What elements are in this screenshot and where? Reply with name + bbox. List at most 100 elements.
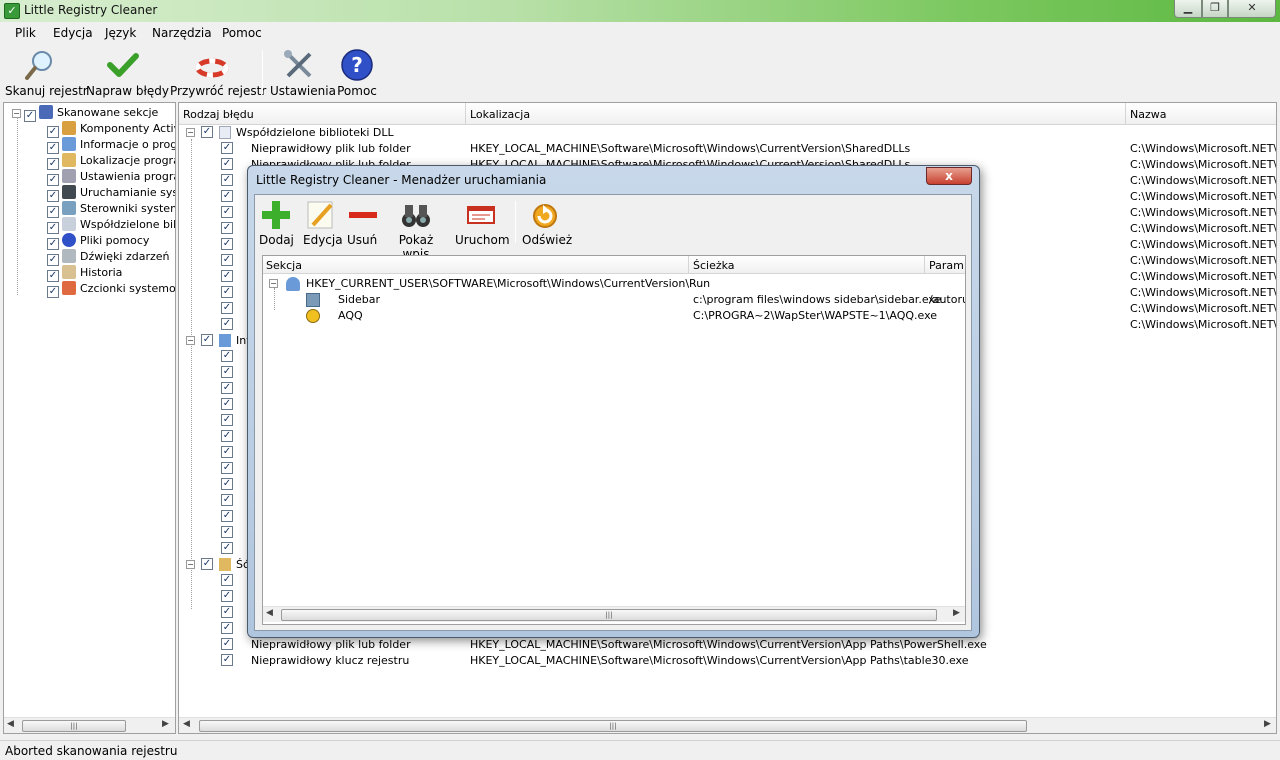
add-button[interactable]: Dodaj — [259, 199, 294, 247]
row-checkbox[interactable]: ✓ — [221, 622, 233, 634]
group-checkbox[interactable]: ✓ — [201, 558, 213, 570]
row-checkbox[interactable]: ✓ — [221, 350, 233, 362]
close-button[interactable]: ✕ — [1228, 0, 1276, 18]
column-divider[interactable] — [688, 256, 689, 274]
column-divider[interactable] — [465, 103, 466, 125]
row-checkbox[interactable]: ✓ — [221, 158, 233, 170]
tree-item[interactable]: ✓Sterowniki systemov — [47, 201, 175, 218]
registry-key-row[interactable]: − HKEY_CURRENT_USER\SOFTWARE\Microsoft\W… — [263, 276, 965, 292]
tree-item[interactable]: ✓ Współdzielone bibli — [47, 217, 175, 234]
row-checkbox[interactable]: ✓ — [221, 302, 233, 314]
scroll-right-icon[interactable]: ▶ — [162, 719, 169, 729]
maximize-button[interactable]: ❐ — [1202, 0, 1228, 18]
column-path[interactable]: Ścieżka — [693, 259, 735, 272]
row-checkbox[interactable]: ✓ — [221, 494, 233, 506]
row-checkbox[interactable]: ✓ — [221, 382, 233, 394]
menu-file[interactable]: Plik — [15, 26, 36, 40]
row-checkbox[interactable]: ✓ — [221, 142, 233, 154]
row-checkbox[interactable]: ✓ — [221, 174, 233, 186]
scroll-right-icon[interactable]: ▶ — [1264, 719, 1271, 729]
row-checkbox[interactable]: ✓ — [221, 542, 233, 554]
refresh-button[interactable]: Odśwież — [522, 199, 572, 247]
tree-item[interactable]: ✓Ustawienia program — [47, 169, 175, 186]
scroll-left-icon[interactable]: ◀ — [7, 719, 14, 729]
row-checkbox[interactable]: ✓ — [221, 286, 233, 298]
group-row[interactable]: − ✓ Współdzielone biblioteki DLL — [179, 125, 1276, 141]
column-section[interactable]: Sekcja — [266, 259, 302, 272]
row-checkbox[interactable]: ✓ — [221, 638, 233, 650]
tree-item[interactable]: ✓Lokalizacje program — [47, 153, 175, 170]
dialog-close-button[interactable]: x — [926, 167, 972, 185]
tree-item[interactable]: ✓ Pliki pomocy — [47, 233, 149, 250]
group-checkbox[interactable]: ✓ — [201, 334, 213, 346]
scroll-right-icon[interactable]: ▶ — [953, 608, 960, 618]
collapse-icon[interactable]: − — [186, 560, 195, 569]
scrollbar-thumb[interactable]: ||| — [199, 720, 1027, 732]
row-checkbox[interactable]: ✓ — [221, 254, 233, 266]
column-divider[interactable] — [924, 256, 925, 274]
row-checkbox[interactable]: ✓ — [221, 510, 233, 522]
remove-button[interactable]: Usuń — [347, 199, 377, 247]
menu-language[interactable]: Język — [105, 26, 136, 40]
minimize-button[interactable]: ▁ — [1174, 0, 1202, 18]
row-checkbox[interactable]: ✓ — [221, 430, 233, 442]
row-checkbox[interactable]: ✓ — [221, 446, 233, 458]
row-checkbox[interactable]: ✓ — [221, 238, 233, 250]
scan-button[interactable]: Skanuj rejestr — [5, 48, 88, 98]
table-row[interactable]: ✓ Nieprawidłowy klucz rejestru HKEY_LOCA… — [179, 653, 1276, 669]
restore-button[interactable]: Przywróć rejestr — [170, 48, 266, 98]
menu-help[interactable]: Pomoc — [222, 26, 262, 40]
tree-horizontal-scrollbar[interactable]: ◀ ||| ▶ — [4, 717, 175, 733]
row-checkbox[interactable]: ✓ — [221, 606, 233, 618]
help-button[interactable]: ? Pomoc — [336, 48, 378, 98]
row-checkbox[interactable]: ✓ — [221, 590, 233, 602]
row-checkbox[interactable]: ✓ — [221, 366, 233, 378]
column-divider[interactable] — [1125, 103, 1126, 125]
scroll-left-icon[interactable]: ◀ — [266, 608, 273, 618]
row-checkbox[interactable]: ✓ — [221, 206, 233, 218]
row-checkbox[interactable]: ✓ — [221, 654, 233, 666]
column-params[interactable]: Param... — [929, 259, 965, 272]
show-entry-button[interactable]: Pokaż wpis — [386, 199, 446, 261]
menu-tools[interactable]: Narzędzia — [152, 26, 212, 40]
results-horizontal-scrollbar[interactable]: ◀ ||| ▶ — [179, 717, 1276, 733]
row-checkbox[interactable]: ✓ — [221, 318, 233, 330]
row-checkbox[interactable]: ✓ — [221, 526, 233, 538]
row-checkbox[interactable]: ✓ — [221, 190, 233, 202]
tree-item[interactable]: ✓ Czcionki systemowe — [47, 281, 175, 298]
row-checkbox[interactable]: ✓ — [221, 270, 233, 282]
row-checkbox[interactable]: ✓ — [221, 462, 233, 474]
scroll-left-icon[interactable]: ◀ — [183, 719, 190, 729]
tree-root-checkbox[interactable]: ✓ — [24, 110, 36, 122]
scrollbar-thumb[interactable]: ||| — [22, 720, 126, 732]
startup-entry-row[interactable]: Sidebar c:\program files\windows sidebar… — [263, 292, 965, 308]
run-button[interactable]: Uruchom — [455, 199, 510, 247]
table-row[interactable]: ✓ Nieprawidłowy plik lub folder HKEY_LOC… — [179, 637, 1276, 653]
edit-button[interactable]: Edycja — [303, 199, 343, 247]
collapse-icon[interactable]: − — [269, 279, 278, 288]
column-location[interactable]: Lokalizacja — [470, 108, 530, 121]
startup-entry-row[interactable]: AQQ C:\PROGRA~2\WapSter\WAPSTE~1\AQQ.exe — [263, 308, 965, 324]
collapse-icon[interactable]: − — [186, 128, 195, 137]
tree-item[interactable]: ✓Komponenty Active... — [47, 121, 175, 138]
row-checkbox[interactable]: ✓ — [221, 574, 233, 586]
row-checkbox[interactable]: ✓ — [221, 414, 233, 426]
fix-button[interactable]: Napraw błędy — [86, 48, 169, 98]
tree-checkbox[interactable]: ✓ — [47, 286, 59, 298]
row-checkbox[interactable]: ✓ — [221, 222, 233, 234]
menu-edit[interactable]: Edycja — [53, 26, 93, 40]
column-error-type[interactable]: Rodzaj błędu — [183, 108, 254, 121]
settings-button[interactable]: Ustawienia — [270, 48, 336, 98]
tree-item[interactable]: ✓ Dźwięki zdarzeń — [47, 249, 170, 266]
row-checkbox[interactable]: ✓ — [221, 478, 233, 490]
startup-horizontal-scrollbar[interactable]: ◀ ||| ▶ — [263, 606, 965, 622]
collapse-icon[interactable]: − — [186, 336, 195, 345]
group-checkbox[interactable]: ✓ — [201, 126, 213, 138]
column-name[interactable]: Nazwa — [1130, 108, 1166, 121]
tree-item[interactable]: ✓ Historia — [47, 265, 122, 282]
scrollbar-thumb[interactable]: ||| — [281, 609, 937, 621]
tree-item[interactable]: ✓Informacje o progran — [47, 137, 175, 154]
table-row[interactable]: ✓ Nieprawidłowy plik lub folder HKEY_LOC… — [179, 141, 1276, 157]
tree-item[interactable]: ✓Uruchamianie systei — [47, 185, 175, 202]
row-checkbox[interactable]: ✓ — [221, 398, 233, 410]
